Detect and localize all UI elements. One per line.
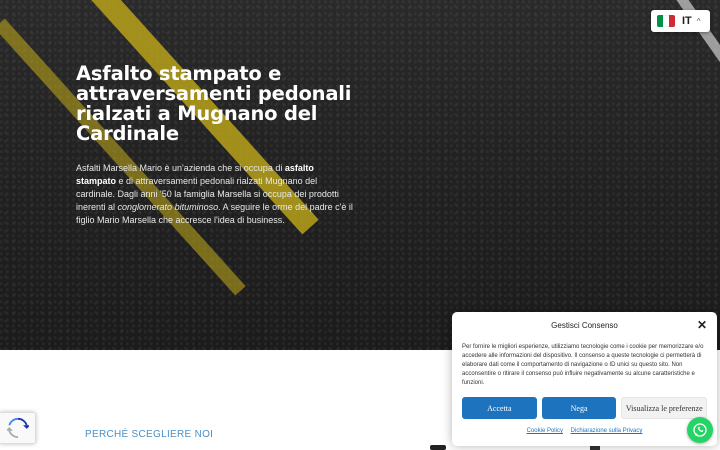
privacy-statement-link[interactable]: Dichiarazione sulla Privacy xyxy=(571,428,643,434)
hero-description: Asfalti Marsella Mario è un'azienda che … xyxy=(76,162,356,227)
deny-button[interactable]: Nega xyxy=(541,397,617,419)
consent-buttons: Accetta Nega Visualizza le preferenze xyxy=(462,397,707,419)
cookie-consent-dialog: Gestisci Consenso ✕ Per fornire le migli… xyxy=(452,312,717,446)
consent-title: Gestisci Consenso xyxy=(551,321,618,330)
view-preferences-button[interactable]: Visualizza le preferenze xyxy=(621,397,707,419)
hero-text-italic: conglomerato bituminoso xyxy=(117,202,219,212)
hero-content: Asfalto stampato e attraversamenti pedon… xyxy=(76,64,356,227)
hero-section: Asfalto stampato e attraversamenti pedon… xyxy=(0,0,720,350)
cookie-policy-link[interactable]: Cookie Policy xyxy=(527,428,563,434)
accept-button[interactable]: Accetta xyxy=(462,397,537,419)
page: Asfalto stampato e attraversamenti pedon… xyxy=(0,0,720,450)
close-icon[interactable]: ✕ xyxy=(697,318,707,332)
hero-title: Asfalto stampato e attraversamenti pedon… xyxy=(76,62,352,145)
recaptcha-icon xyxy=(6,417,29,439)
language-code: IT xyxy=(682,15,692,27)
language-switcher[interactable]: IT ^ xyxy=(651,10,710,32)
italy-flag-icon xyxy=(657,15,675,27)
why-choose-us-heading: PERCHÉ SCEGLIERE NOI xyxy=(85,429,214,440)
recaptcha-badge[interactable] xyxy=(0,412,36,444)
whatsapp-button[interactable] xyxy=(687,417,713,443)
consent-links: Cookie Policy Dichiarazione sulla Privac… xyxy=(462,428,707,434)
partial-image xyxy=(430,445,446,450)
partial-image xyxy=(590,446,600,450)
whatsapp-icon xyxy=(693,423,707,437)
chevron-up-icon: ^ xyxy=(696,16,701,26)
hero-text-part: Asfalti Marsella Mario è un'azienda che … xyxy=(76,163,285,173)
consent-text: Per fornire le migliori esperienze, util… xyxy=(462,344,704,386)
